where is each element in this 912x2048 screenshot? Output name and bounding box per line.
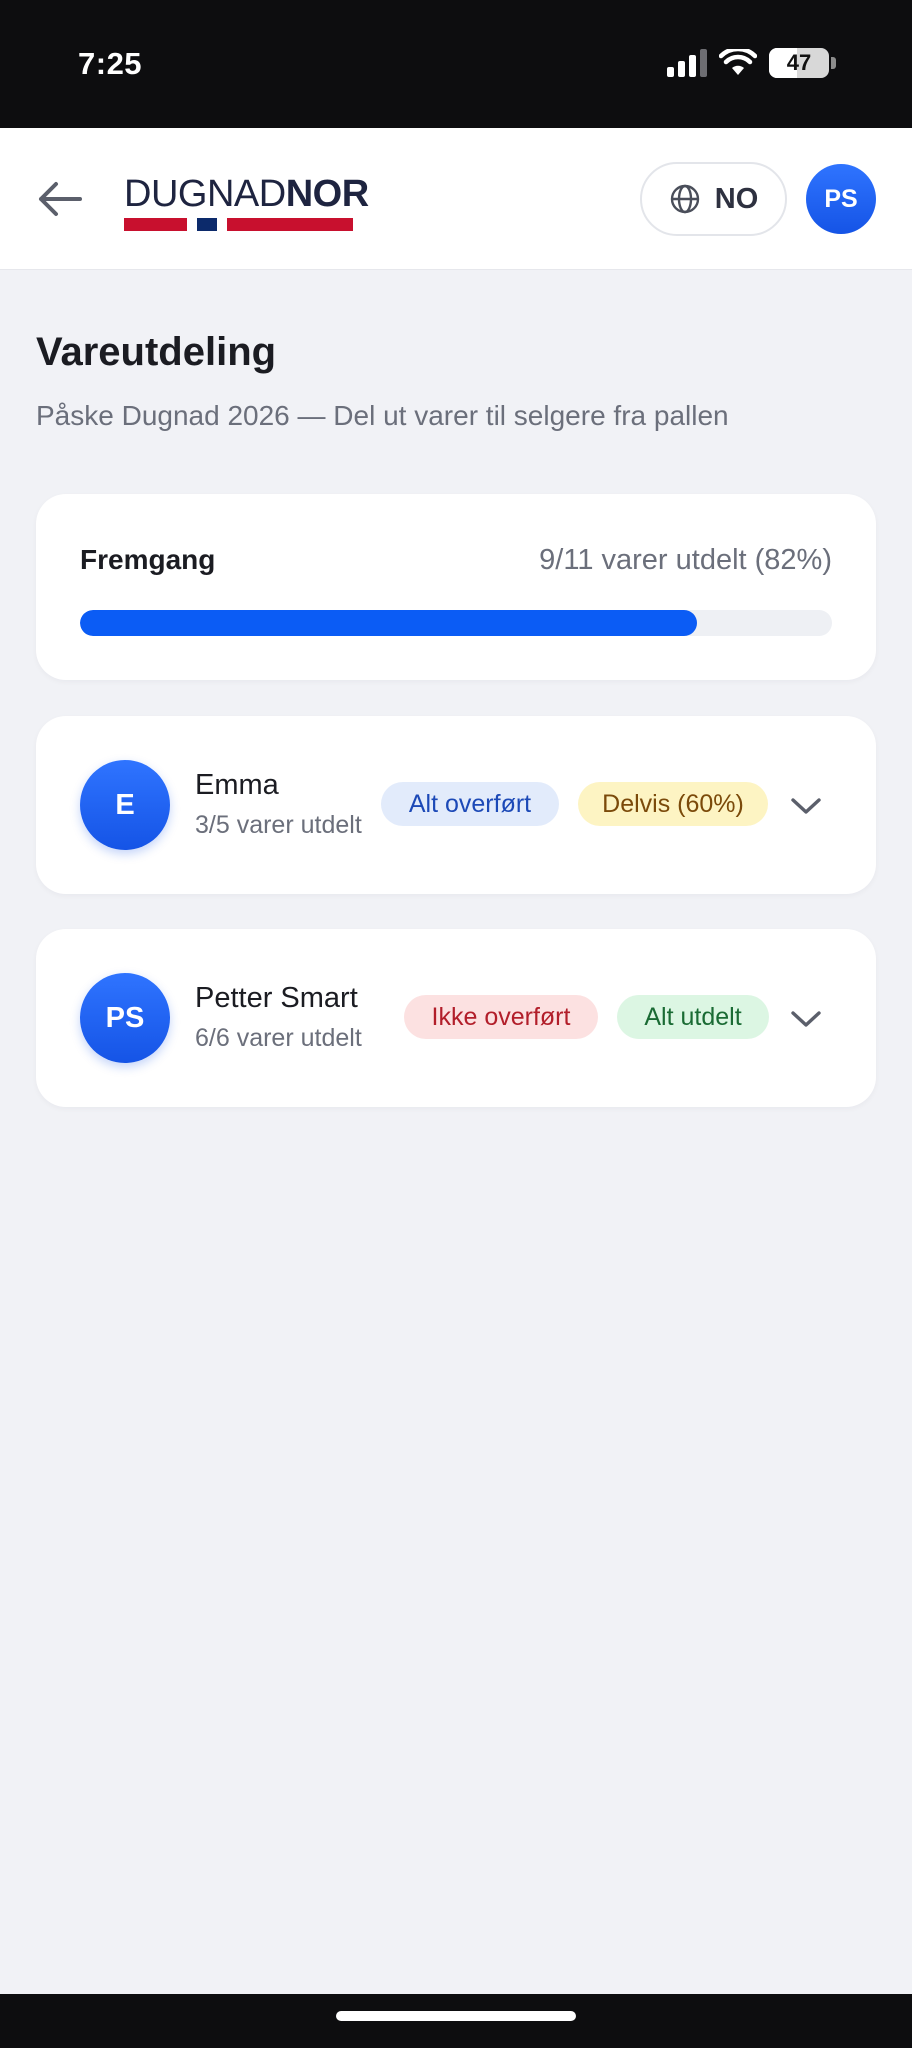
status-bar: 7:25 47: [0, 0, 912, 128]
status-time: 7:25: [78, 46, 143, 81]
cellular-signal-icon: [667, 49, 707, 77]
seller-name: Emma: [195, 769, 279, 801]
chevron-down-icon: [791, 1011, 821, 1027]
expand-button[interactable]: [786, 786, 826, 826]
expand-button[interactable]: [786, 999, 826, 1039]
avatar: E: [80, 760, 170, 850]
logo-text-bold: NOR: [285, 173, 369, 215]
app-header: DUGNADNOR NO PS: [0, 128, 912, 270]
home-indicator-area: [0, 1994, 912, 2048]
seller-progress: 3/5 varer utdelt: [195, 811, 362, 839]
distribution-status-badge: Delvis (60%): [578, 782, 768, 826]
distribution-status-badge: Alt utdelt: [617, 995, 769, 1039]
transfer-status-badge: Ikke overført: [404, 995, 598, 1039]
avatar: PS: [80, 973, 170, 1063]
battery-icon: 47: [769, 48, 836, 78]
logo-wordmark: DUGNADNOR: [124, 173, 369, 215]
progress-card: Fremgang 9/11 varer utdelt (82%): [36, 494, 876, 680]
user-avatar[interactable]: PS: [806, 164, 876, 234]
logo-text-light: DUGNAD: [124, 173, 286, 215]
seller-card-petter-smart[interactable]: PS Petter Smart 6/6 varer utdelt Ikke ov…: [36, 929, 876, 1107]
progress-value: 9/11 varer utdelt (82%): [539, 544, 832, 576]
wifi-icon: [719, 49, 757, 75]
globe-icon: [670, 184, 699, 214]
seller-card-emma[interactable]: E Emma 3/5 varer utdelt Alt overført Del…: [36, 716, 876, 894]
logo[interactable]: DUGNADNOR: [124, 173, 369, 231]
progress-bar-fill: [80, 610, 697, 636]
progress-bar: [80, 610, 832, 636]
home-indicator[interactable]: [336, 2011, 576, 2021]
battery-level: 47: [786, 50, 812, 75]
seller-name: Petter Smart: [195, 982, 358, 1014]
page-title: Vareutdeling: [36, 330, 277, 374]
language-button[interactable]: NO: [640, 162, 787, 236]
transfer-status-badge: Alt overført: [381, 782, 559, 826]
seller-progress: 6/6 varer utdelt: [195, 1024, 362, 1052]
page-subtitle: Påske Dugnad 2026 — Del ut varer til sel…: [36, 400, 729, 431]
back-button[interactable]: [30, 174, 90, 224]
progress-label: Fremgang: [80, 544, 216, 575]
arrow-left-icon: [39, 182, 82, 216]
status-icons: 47: [667, 48, 836, 78]
chevron-down-icon: [791, 798, 821, 814]
language-label: NO: [714, 182, 759, 215]
logo-flag-stripes: [124, 218, 356, 231]
